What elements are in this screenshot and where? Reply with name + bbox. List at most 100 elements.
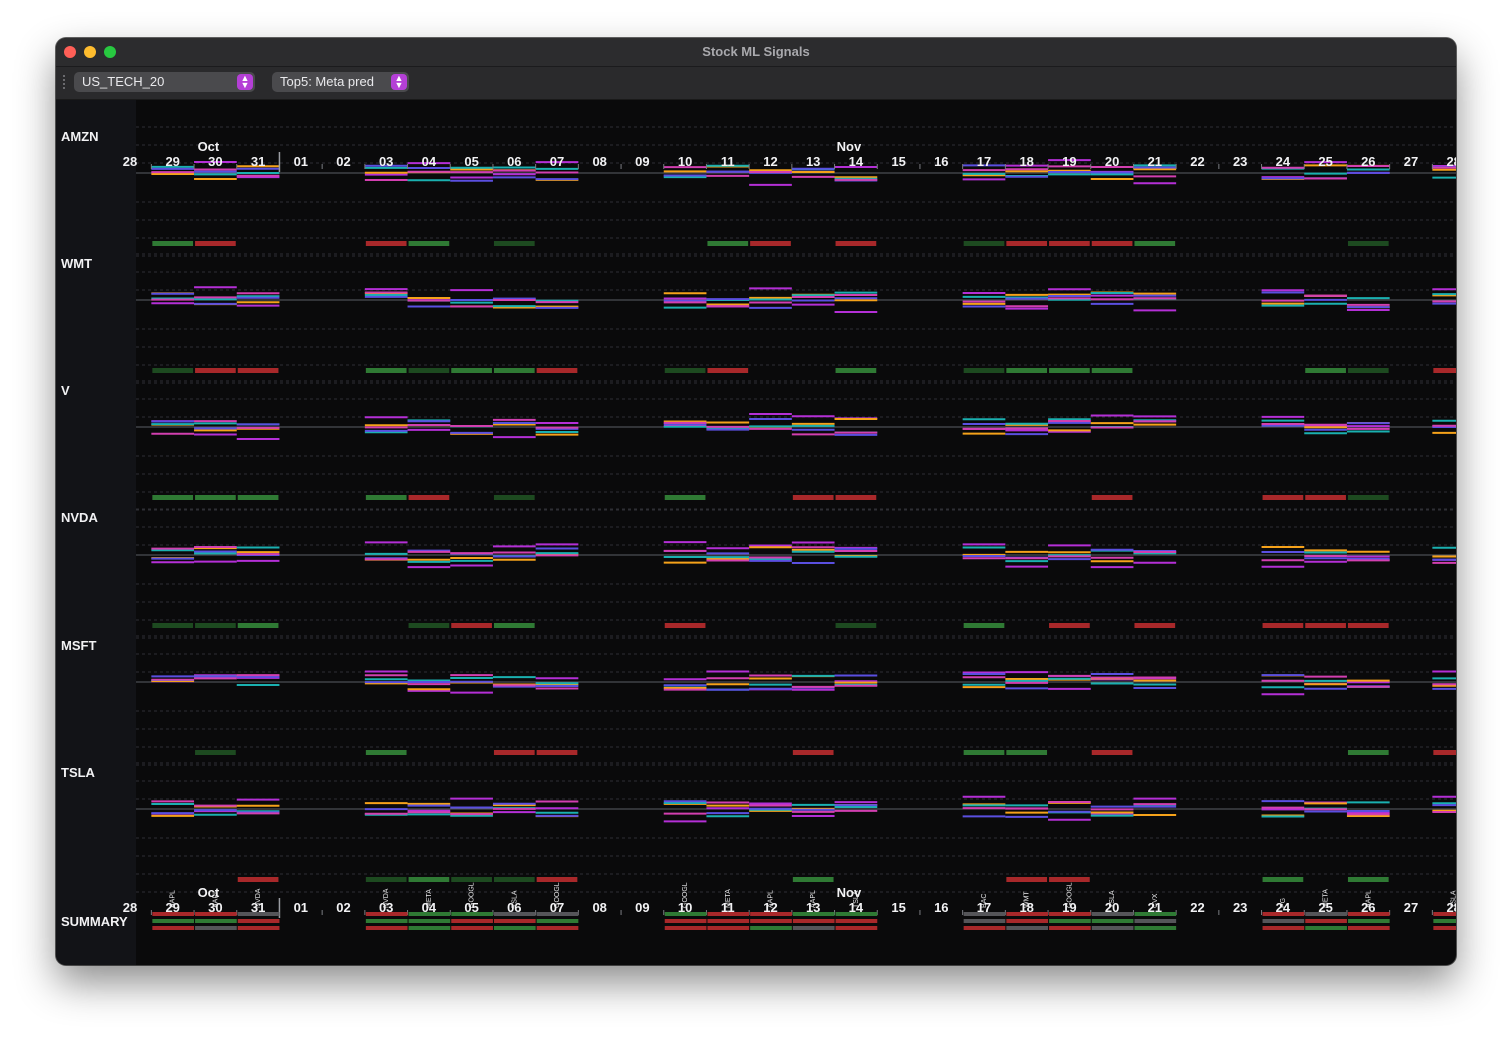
signal-bar	[1049, 368, 1090, 373]
signal-bar	[1049, 623, 1090, 628]
signal-bar	[1347, 623, 1389, 628]
signal-bar	[1006, 241, 1048, 246]
month-label: Nov	[837, 139, 862, 154]
universe-select-value: US_TECH_20	[82, 74, 165, 89]
signal-bar	[152, 495, 194, 500]
signal-bar	[1091, 368, 1133, 373]
day-tick-label: 02	[336, 154, 350, 169]
summary-bar	[1433, 926, 1456, 930]
summary-bar	[451, 919, 493, 923]
summary-ticker-label: WMT	[1024, 891, 1031, 908]
signal-bar	[1049, 877, 1090, 882]
summary-bar	[195, 919, 237, 923]
day-tick-label: 01	[294, 900, 308, 915]
day-tick-label: 29	[165, 154, 179, 169]
signal-bar	[237, 495, 279, 500]
day-tick-label: 17	[977, 154, 991, 169]
signal-bar	[195, 623, 236, 628]
day-tick-label: 01	[294, 154, 308, 169]
summary-bar	[963, 919, 1006, 923]
model-select[interactable]: Top5: Meta pred ▲ ▼	[272, 72, 409, 92]
summary-bar	[152, 912, 195, 916]
signal-bar	[963, 368, 1005, 373]
day-tick-label: 03	[379, 154, 393, 169]
summary-bar	[707, 919, 750, 923]
summary-bar	[195, 912, 237, 916]
summary-bar	[1091, 919, 1134, 923]
summary-bar	[1262, 926, 1305, 930]
summary-ticker-label: TSLA	[1109, 890, 1116, 908]
signal-bar	[792, 877, 834, 882]
day-tick-label: 23	[1233, 900, 1247, 915]
summary-bar	[835, 926, 878, 930]
summary-bar	[792, 919, 835, 923]
summary-bar	[237, 926, 280, 930]
day-tick-label: 25	[1318, 154, 1332, 169]
summary-ticker-label: GOOGL	[682, 882, 689, 908]
signal-bar	[1305, 495, 1346, 500]
signal-bar	[1433, 750, 1456, 755]
summary-bar	[1262, 919, 1305, 923]
summary-ticker-label: GOOGL	[469, 882, 476, 908]
day-tick-label: 28	[123, 900, 137, 915]
signal-bar	[963, 623, 1005, 628]
summary-ticker-label: AAPL	[170, 890, 177, 908]
summary-bar	[1049, 912, 1091, 916]
signal-bar	[237, 368, 279, 373]
summary-ticker-label: TSLA	[853, 890, 860, 908]
summary-bar	[1347, 926, 1390, 930]
day-tick-label: 12	[763, 154, 777, 169]
summary-bar	[792, 912, 835, 916]
signal-bar	[1347, 495, 1389, 500]
summary-bar	[1006, 926, 1049, 930]
signal-bar	[408, 623, 450, 628]
summary-ticker-label: META	[725, 889, 732, 908]
summary-bar	[365, 919, 408, 923]
summary-bar	[152, 926, 195, 930]
summary-ticker-label: GOOGL	[554, 882, 561, 908]
signal-bar	[536, 750, 578, 755]
summary-bar	[1091, 912, 1134, 916]
summary-bar	[664, 926, 707, 930]
signal-bar	[365, 750, 407, 755]
signal-bar	[365, 241, 407, 246]
summary-bar	[1433, 912, 1456, 916]
signal-bar	[1262, 623, 1304, 628]
day-tick-label: 22	[1190, 900, 1204, 915]
summary-ticker-label: GOOGL	[1066, 882, 1073, 908]
summary-bar	[792, 926, 835, 930]
signal-bar	[1134, 241, 1176, 246]
signal-bar	[451, 368, 492, 373]
day-tick-label: 13	[806, 154, 820, 169]
day-tick-label: 02	[336, 900, 350, 915]
summary-ticker-label: AAPL	[1365, 890, 1372, 908]
signal-bar	[1006, 750, 1048, 755]
signal-bar	[707, 241, 749, 246]
summary-bar	[536, 926, 579, 930]
signal-bar	[1347, 368, 1389, 373]
signal-bar	[195, 495, 236, 500]
day-tick-label: 10	[678, 154, 692, 169]
toolbar: US_TECH_20 ▲ ▼ Top5: Meta pred ▲ ▼	[56, 67, 1456, 100]
summary-bar	[1347, 912, 1390, 916]
summary-bar	[963, 912, 1006, 916]
summary-bar	[536, 919, 579, 923]
summary-ticker-label: TSLA	[511, 890, 518, 908]
signal-bar	[195, 241, 236, 246]
app-window: Stock ML Signals US_TECH_20 ▲ ▼ Top5: Met…	[56, 38, 1456, 965]
signal-bar	[536, 368, 578, 373]
signal-bar	[493, 368, 535, 373]
signal-bar	[195, 750, 236, 755]
toolbar-grip[interactable]	[63, 75, 67, 89]
updown-chevron-icon: ▲ ▼	[391, 74, 407, 90]
day-tick-label: 31	[251, 154, 265, 169]
universe-select[interactable]: US_TECH_20 ▲ ▼	[74, 72, 255, 92]
day-tick-label: 07	[550, 154, 564, 169]
day-tick-label: 28	[1446, 154, 1456, 169]
summary-bar	[152, 919, 195, 923]
signals-chart[interactable]: 28 29 30 31 01 02 03 04 05 06 07 08 09 10 11 12 13 14 15 16…	[56, 100, 1456, 965]
signal-bar	[408, 368, 450, 373]
signal-bar	[237, 623, 279, 628]
summary-bar	[707, 926, 750, 930]
summary-ticker-label: META	[426, 889, 433, 908]
